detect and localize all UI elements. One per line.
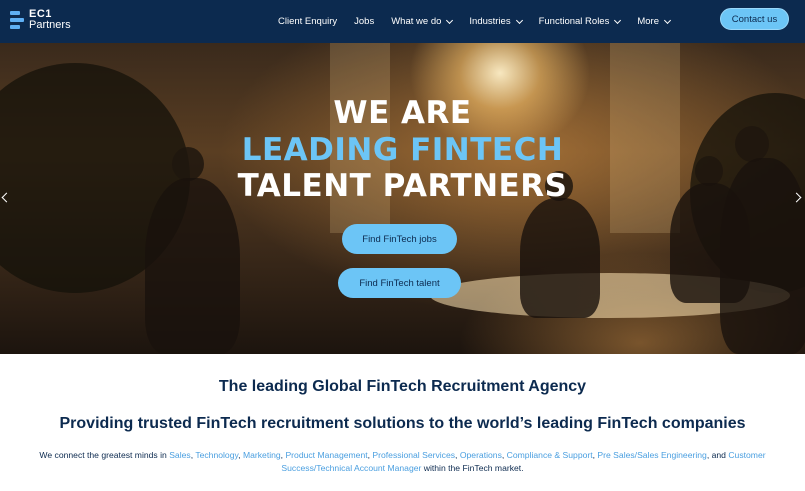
nav-jobs[interactable]: Jobs: [354, 16, 374, 27]
logo-mark-icon: [10, 10, 24, 30]
person-silhouette: [520, 198, 600, 318]
intro-prefix: We connect the greatest minds in: [39, 450, 170, 460]
main-nav: Client Enquiry Jobs What we do Industrie…: [278, 0, 687, 43]
hero-title-line1: WE ARE: [333, 95, 472, 131]
find-fintech-jobs-button[interactable]: Find FinTech jobs: [342, 224, 457, 254]
intro-suffix: within the FinTech market.: [421, 463, 524, 473]
chevron-down-icon: [663, 16, 672, 24]
separator: , and: [706, 450, 729, 460]
link-technology[interactable]: Technology: [195, 450, 238, 460]
hero-title-line3: TALENT PARTNERS: [237, 168, 568, 204]
link-professional-services[interactable]: Professional Services: [372, 450, 455, 460]
link-marketing[interactable]: Marketing: [243, 450, 281, 460]
link-product-management[interactable]: Product Management: [285, 450, 367, 460]
nav-industries[interactable]: Industries: [469, 16, 523, 27]
ec1-partners-logo[interactable]: EC1 Partners: [10, 8, 82, 32]
chevron-down-icon: [515, 16, 523, 24]
link-pre-sales-engineering[interactable]: Pre Sales/Sales Engineering: [597, 450, 706, 460]
link-operations[interactable]: Operations: [460, 450, 502, 460]
chevron-down-icon: [614, 16, 622, 24]
contact-us-button[interactable]: Contact us: [720, 8, 789, 30]
nav-client-enquiry[interactable]: Client Enquiry: [278, 16, 337, 27]
logo-line2: Partners: [29, 19, 71, 31]
site-header: EC1 Partners Client Enquiry Jobs What we…: [0, 0, 805, 43]
find-fintech-talent-button[interactable]: Find FinTech talent: [338, 268, 461, 298]
hero-title-line2: LEADING FINTECH: [241, 132, 564, 168]
providing-heading: Providing trusted FinTech recruitment so…: [59, 415, 746, 432]
link-compliance-support[interactable]: Compliance & Support: [507, 450, 593, 460]
nav-more[interactable]: More: [637, 16, 672, 27]
intro-paragraph: We connect the greatest minds in Sales , …: [4, 449, 801, 475]
chevron-down-icon: [446, 16, 454, 24]
hero-banner: WE ARE LEADING FINTECH TALENT PARTNERS F…: [0, 43, 805, 354]
person-silhouette: [145, 178, 240, 354]
nav-functional-roles[interactable]: Functional Roles: [539, 16, 622, 27]
link-sales[interactable]: Sales: [169, 450, 191, 460]
agency-heading: The leading Global FinTech Recruitment A…: [218, 378, 587, 395]
nav-what-we-do[interactable]: What we do: [391, 16, 454, 27]
